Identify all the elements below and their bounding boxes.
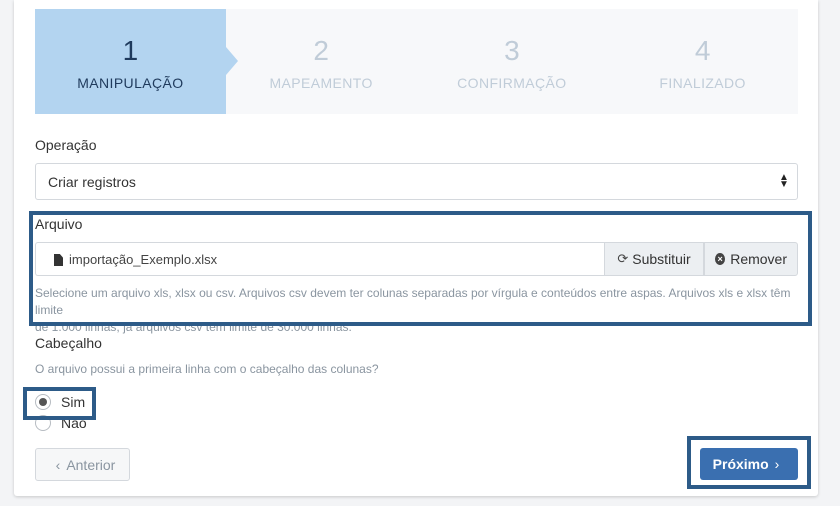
step-number: 3 [504, 35, 520, 66]
step-number: 1 [122, 35, 139, 66]
step-mapeamento: 2 MAPEAMENTO [226, 9, 417, 114]
step-number: 2 [313, 35, 329, 66]
operation-value: Criar registros [48, 174, 136, 190]
chevron-left-icon: ‹ [55, 456, 61, 473]
operation-label: Operação [35, 137, 97, 153]
step-label: MAPEAMENTO [269, 75, 373, 91]
step-finalizado: 4 FINALIZADO [607, 9, 798, 114]
previous-label: Anterior [66, 456, 116, 473]
file-section-highlight [29, 211, 812, 326]
step-confirmacao: 3 CONFIRMAÇÃO [417, 9, 608, 114]
previous-button[interactable]: ‹ Anterior [35, 448, 130, 481]
sim-option-highlight [23, 387, 96, 420]
next-button-highlight [687, 436, 811, 489]
step-label: FINALIZADO [659, 75, 746, 91]
stepper: 1 MANIPULAÇÃO 2 MAPEAMENTO 3 CONFIRMAÇÃO… [35, 9, 798, 114]
step-label: CONFIRMAÇÃO [457, 75, 567, 91]
operation-select[interactable]: Criar registros ▲ ▼ [35, 163, 798, 200]
step-number: 4 [694, 35, 711, 66]
step-manipulacao: 1 MANIPULAÇÃO [35, 9, 238, 114]
header-question: O arquivo possui a primeira linha com o … [35, 362, 379, 376]
select-arrows-icon: ▲ ▼ [779, 172, 789, 190]
step-label: MANIPULAÇÃO [77, 75, 184, 91]
header-label: Cabeçalho [35, 335, 102, 351]
